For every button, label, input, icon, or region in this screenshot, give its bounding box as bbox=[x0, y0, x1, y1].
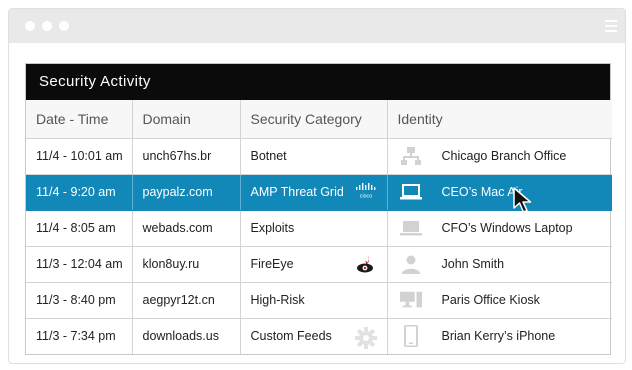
cell-category: Custom Feeds bbox=[240, 318, 388, 354]
table-header-row: Date - Time Domain Security Category Ide… bbox=[26, 100, 612, 139]
cell-domain: aegpyr12t.cn bbox=[132, 282, 241, 319]
cell-identity: Chicago Branch Office bbox=[387, 138, 612, 175]
cell-identity: Brian Kerry’s iPhone bbox=[387, 318, 612, 354]
network-icon bbox=[400, 145, 422, 167]
cell-identity: CFO’s Windows Laptop bbox=[387, 210, 612, 247]
cell-domain: unch67hs.br bbox=[132, 138, 241, 175]
identity-label: CEO’s Mac Air bbox=[441, 185, 523, 199]
cell-domain: klon8uy.ru bbox=[132, 246, 241, 283]
cell-domain: paypalz.com bbox=[132, 174, 241, 211]
cell-category: FireEye bbox=[240, 246, 388, 283]
mouse-pointer-icon bbox=[512, 186, 540, 221]
cell-identity: Paris Office Kiosk bbox=[387, 282, 612, 319]
cell-identity: CEO’s Mac Air bbox=[387, 174, 612, 211]
minimize-window-button[interactable] bbox=[42, 21, 52, 31]
column-header-identity[interactable]: Identity bbox=[387, 100, 612, 139]
user-icon bbox=[400, 253, 422, 275]
cell-datetime: 11/3 - 7:34 pm bbox=[26, 318, 133, 354]
table-row[interactable]: 11/4 - 10:01 am unch67hs.br Botnet Chica… bbox=[26, 138, 612, 175]
column-header-date-time[interactable]: Date - Time bbox=[26, 100, 133, 139]
cell-domain: webads.com bbox=[132, 210, 241, 247]
security-activity-table: Date - Time Domain Security Category Ide… bbox=[26, 100, 612, 354]
svg-text:cisco: cisco bbox=[359, 193, 372, 199]
cell-category: High-Risk bbox=[240, 282, 388, 319]
laptop-icon bbox=[399, 217, 422, 239]
laptop-icon bbox=[399, 181, 422, 203]
identity-label: CFO’s Windows Laptop bbox=[441, 221, 573, 235]
maximize-window-button[interactable] bbox=[59, 21, 69, 31]
cell-datetime: 11/3 - 12:04 am bbox=[26, 246, 133, 283]
category-label: Custom Feeds bbox=[250, 329, 332, 344]
fireeye-logo-icon bbox=[355, 255, 377, 278]
identity-label: John Smith bbox=[441, 257, 505, 271]
category-label: Botnet bbox=[250, 149, 287, 163]
cell-domain: downloads.us bbox=[132, 318, 241, 354]
cell-identity: John Smith bbox=[387, 246, 612, 283]
gear-icon bbox=[354, 326, 377, 352]
cisco-logo-icon: cisco bbox=[355, 182, 377, 202]
panel-title: Security Activity bbox=[26, 64, 610, 100]
kiosk-icon bbox=[399, 289, 422, 311]
column-header-security-category[interactable]: Security Category bbox=[240, 100, 388, 139]
category-label: AMP Threat Grid bbox=[250, 185, 344, 199]
table-row[interactable]: 11/3 - 12:04 am klon8uy.ru FireEye John … bbox=[26, 246, 612, 283]
category-label: FireEye bbox=[250, 257, 294, 271]
cell-datetime: 11/4 - 8:05 am bbox=[26, 210, 133, 247]
category-label: High-Risk bbox=[250, 293, 305, 307]
cell-datetime: 11/3 - 8:40 pm bbox=[26, 282, 133, 319]
cell-datetime: 11/4 - 9:20 am bbox=[26, 174, 133, 211]
cell-category: Exploits bbox=[240, 210, 388, 247]
column-header-domain[interactable]: Domain bbox=[132, 100, 241, 139]
table-row[interactable]: 11/3 - 7:34 pm downloads.us Custom Feeds bbox=[26, 318, 612, 354]
cell-category: AMP Threat Grid cisco bbox=[240, 174, 388, 211]
cell-datetime: 11/4 - 10:01 am bbox=[26, 138, 133, 175]
identity-label: Chicago Branch Office bbox=[441, 149, 567, 163]
window-controls bbox=[25, 21, 69, 31]
table-row[interactable]: 11/3 - 8:40 pm aegpyr12t.cn High-Risk Pa… bbox=[26, 282, 612, 319]
phone-icon bbox=[400, 325, 422, 348]
hamburger-menu-icon[interactable] bbox=[605, 20, 617, 35]
identity-label: Brian Kerry’s iPhone bbox=[441, 329, 556, 344]
cell-category: Botnet bbox=[240, 138, 388, 175]
identity-label: Paris Office Kiosk bbox=[441, 293, 540, 307]
category-label: Exploits bbox=[250, 221, 295, 235]
close-window-button[interactable] bbox=[25, 21, 35, 31]
window-titlebar bbox=[9, 9, 625, 43]
